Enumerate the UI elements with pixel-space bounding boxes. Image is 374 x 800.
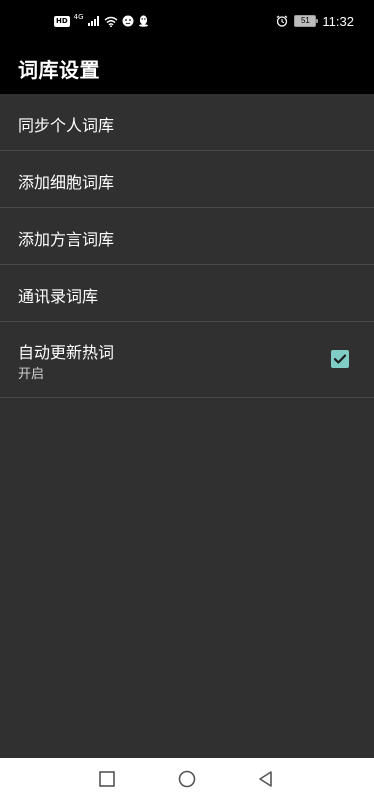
home-icon[interactable] [177, 769, 197, 789]
wifi-icon [104, 16, 118, 27]
auto-update-hot-words-item[interactable]: 自动更新热词 开启 [0, 322, 374, 398]
contacts-dictionary-item[interactable]: 通讯录词库 [0, 265, 374, 322]
setting-label: 同步个人词库 [18, 116, 115, 135]
setting-label: 通讯录词库 [18, 287, 99, 306]
status-right-icons: 51 11:32 [276, 13, 354, 29]
alarm-icon [277, 15, 288, 27]
app-bar: 词库设置 [0, 42, 374, 94]
recent-apps-icon[interactable] [97, 769, 117, 789]
setting-label: 自动更新热词 [18, 343, 115, 362]
add-dialect-dictionary-item[interactable]: 添加方言词库 [0, 208, 374, 265]
battery-icon: 51 [294, 15, 319, 27]
add-cell-dictionary-item[interactable]: 添加细胞词库 [0, 151, 374, 208]
hd-icon: HD [54, 15, 70, 27]
sync-personal-dictionary-item[interactable]: 同步个人词库 [0, 94, 374, 151]
page-title: 词库设置 [18, 58, 100, 82]
status-bar: HD 4G 51 11:32 [0, 0, 374, 42]
signal-icon [87, 16, 99, 26]
auto-update-checkbox[interactable] [331, 350, 349, 368]
setting-summary: 开启 [18, 367, 45, 382]
qq-penguin-icon [138, 15, 148, 27]
cat-app-icon [122, 15, 134, 27]
checkmark-icon [333, 354, 347, 364]
setting-label: 添加方言词库 [18, 230, 115, 249]
navigation-bar [0, 758, 374, 800]
back-icon[interactable] [256, 769, 276, 789]
settings-list: 同步个人词库 添加细胞词库 添加方言词库 通讯录词库 自动更新热词 开启 [0, 94, 374, 398]
clock: 11:32 [322, 13, 354, 29]
setting-label: 添加细胞词库 [18, 173, 115, 192]
network-type-label: 4G [73, 13, 84, 21]
status-left-icons: HD 4G [54, 13, 149, 29]
